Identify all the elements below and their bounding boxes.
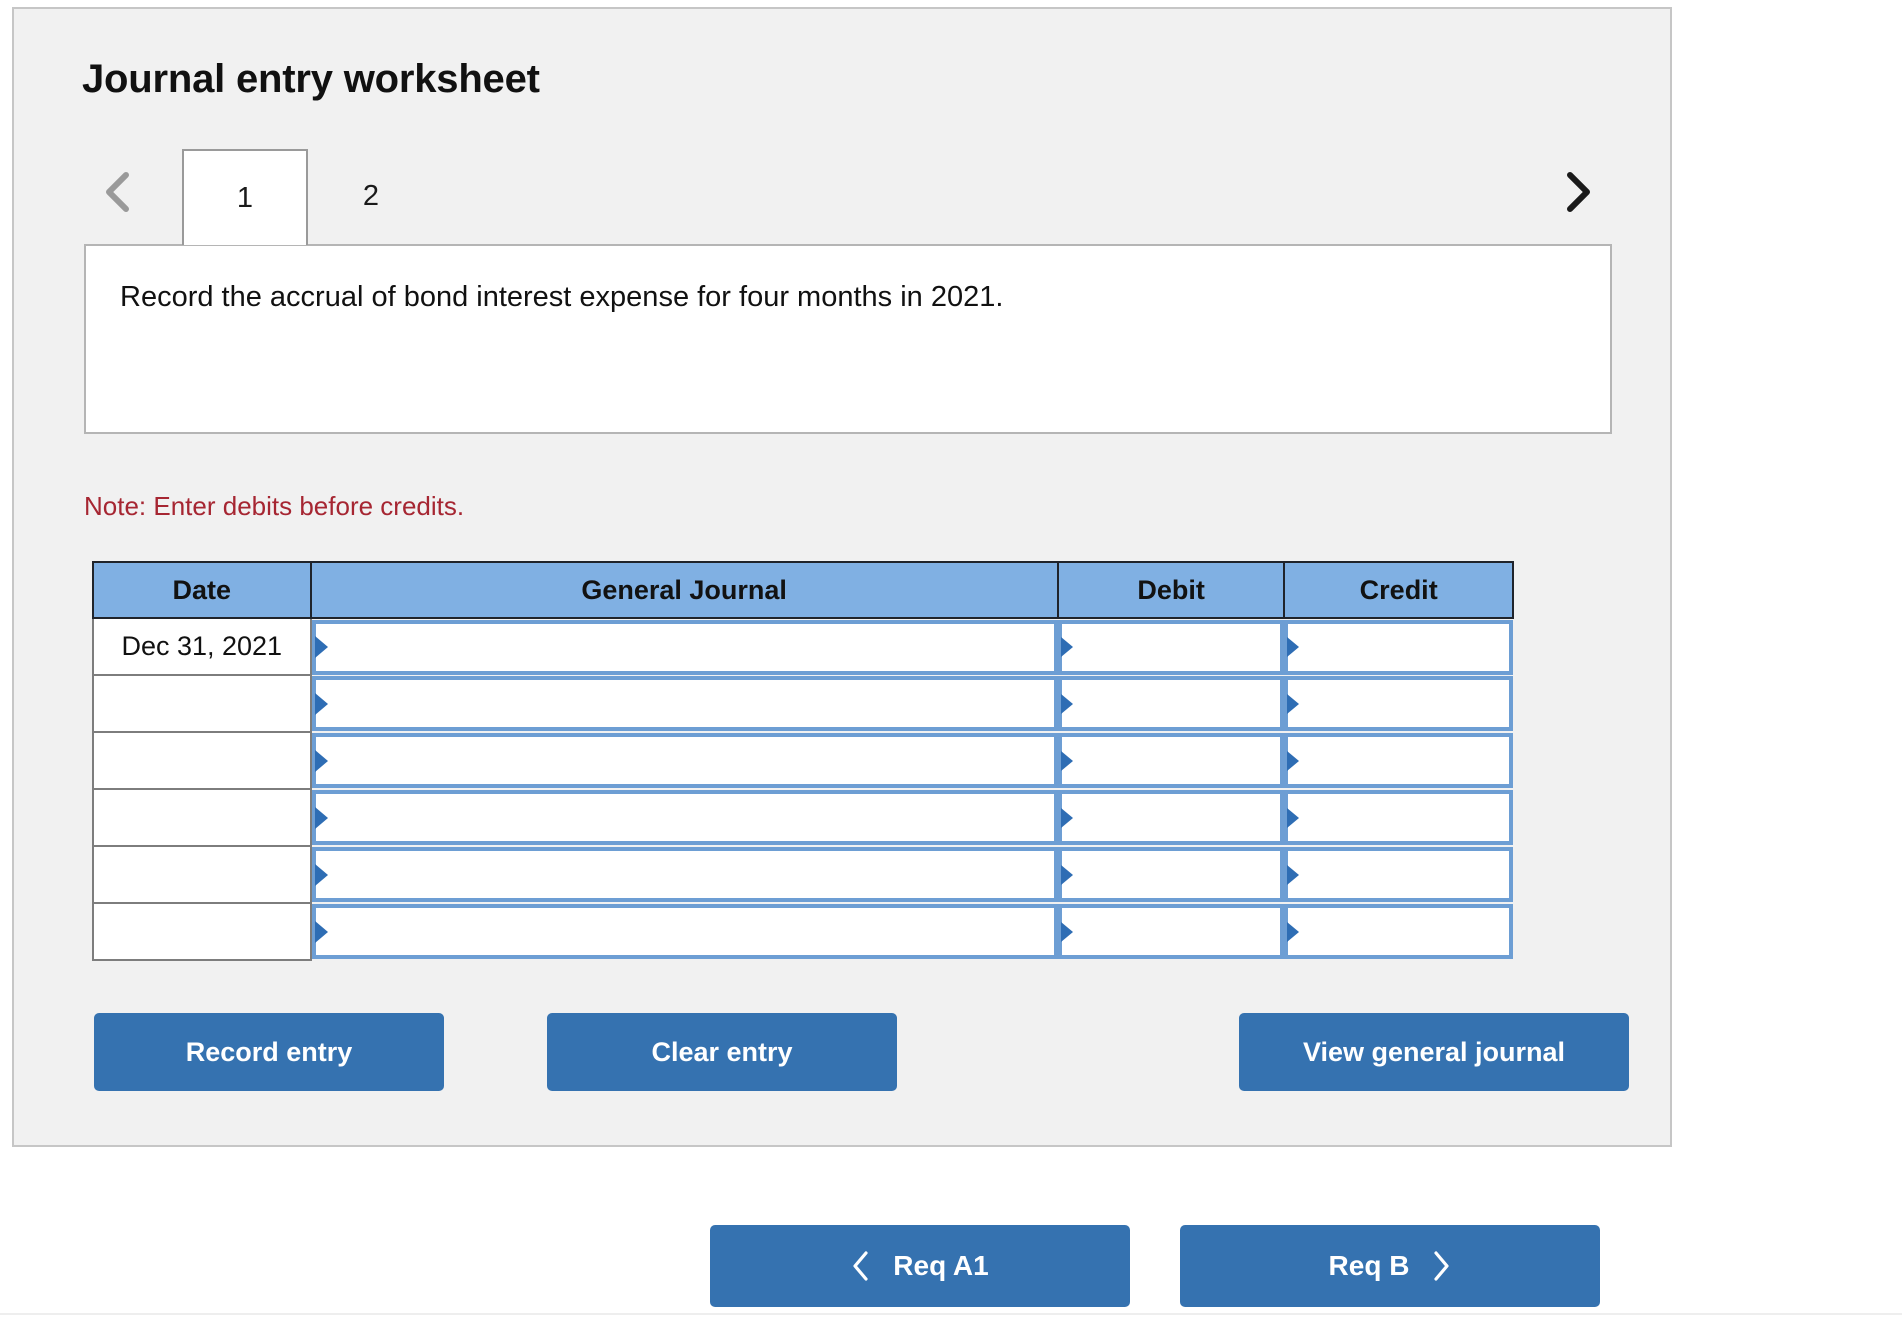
cell-date-4[interactable] (92, 788, 312, 847)
tab-prev-button[interactable] (92, 161, 144, 223)
cell-debit-6 (1057, 903, 1285, 960)
page-title: Journal entry worksheet (82, 57, 540, 101)
credit-input-3[interactable] (1284, 733, 1513, 788)
account-select-1[interactable] (311, 619, 1058, 675)
cell-credit-2 (1284, 675, 1513, 732)
cell-credit-1 (1284, 618, 1513, 675)
cell-date-3[interactable] (92, 731, 312, 790)
instruction-box: Record the accrual of bond interest expe… (84, 244, 1612, 434)
cell-date-1[interactable]: Dec 31, 2021 (92, 617, 312, 676)
requirement-nav: Req A1 Req B (0, 1225, 1902, 1309)
cell-debit-5 (1057, 846, 1285, 903)
table-row (92, 674, 1513, 733)
cell-date-5[interactable] (92, 845, 312, 904)
column-header-debit: Debit (1056, 561, 1286, 619)
worksheet-tabstrip: 1 2 (82, 149, 1612, 249)
debit-input-6[interactable] (1057, 904, 1285, 959)
chevron-right-icon (1431, 1250, 1451, 1282)
cell-debit-2 (1057, 675, 1285, 732)
debit-input-5[interactable] (1057, 847, 1285, 902)
account-select-2[interactable] (311, 676, 1058, 731)
debit-input-4[interactable] (1057, 790, 1285, 845)
view-general-journal-button[interactable]: View general journal (1239, 1013, 1629, 1091)
table-row (92, 845, 1513, 904)
page-root: Journal entry worksheet 1 2 Record the a… (0, 0, 1902, 1337)
req-a1-label: Req A1 (893, 1250, 989, 1281)
credit-input-4[interactable] (1284, 790, 1513, 845)
table-row (92, 788, 1513, 847)
table-header-row: Date General Journal Debit Credit (92, 561, 1514, 619)
cell-date-6[interactable] (92, 902, 312, 961)
cell-credit-3 (1284, 732, 1513, 789)
req-a1-button[interactable]: Req A1 (710, 1225, 1130, 1307)
cell-date-2[interactable] (92, 674, 312, 733)
account-select-4[interactable] (311, 790, 1058, 845)
record-entry-button[interactable]: Record entry (94, 1013, 444, 1091)
debit-input-1[interactable] (1057, 619, 1285, 675)
cell-credit-6 (1284, 903, 1513, 960)
credit-input-2[interactable] (1284, 676, 1513, 731)
tab-1-label: 1 (236, 181, 254, 214)
clear-entry-button[interactable]: Clear entry (547, 1013, 897, 1091)
debit-input-3[interactable] (1057, 733, 1285, 788)
table-row (92, 731, 1513, 790)
journal-entry-worksheet-panel: Journal entry worksheet 1 2 Record the a… (12, 7, 1672, 1147)
credit-input-5[interactable] (1284, 847, 1513, 902)
chevron-left-icon (851, 1250, 871, 1282)
cell-journal-1 (311, 618, 1058, 675)
table-row (92, 902, 1513, 961)
table-row: Dec 31, 2021 (92, 617, 1513, 676)
tab-1[interactable]: 1 (182, 149, 308, 245)
credit-input-1[interactable] (1284, 619, 1513, 675)
cell-credit-5 (1284, 846, 1513, 903)
cell-debit-4 (1057, 789, 1285, 846)
column-header-general-journal: General Journal (309, 561, 1059, 619)
tab-2[interactable]: 2 (308, 149, 434, 243)
credit-input-6[interactable] (1284, 904, 1513, 959)
chevron-right-icon (1563, 170, 1593, 214)
page-divider (0, 1313, 1902, 1315)
column-header-date: Date (92, 561, 312, 619)
instruction-text: Record the accrual of bond interest expe… (120, 281, 1004, 313)
account-select-3[interactable] (311, 733, 1058, 788)
cell-journal-6 (311, 903, 1058, 960)
account-select-6[interactable] (311, 904, 1058, 959)
account-select-5[interactable] (311, 847, 1058, 902)
cell-debit-1 (1057, 618, 1285, 675)
tab-list: 1 2 (182, 149, 434, 249)
tab-2-label: 2 (362, 179, 380, 212)
cell-journal-5 (311, 846, 1058, 903)
column-header-credit: Credit (1283, 561, 1514, 619)
debits-before-credits-note: Note: Enter debits before credits. (84, 491, 465, 521)
req-b-label: Req B (1328, 1250, 1410, 1281)
cell-credit-4 (1284, 789, 1513, 846)
journal-entry-table: Date General Journal Debit Credit Dec 31… (92, 561, 1514, 961)
debit-input-2[interactable] (1057, 676, 1285, 731)
cell-journal-4 (311, 789, 1058, 846)
chevron-left-icon (103, 170, 133, 214)
tab-next-button[interactable] (1552, 161, 1604, 223)
cell-journal-2 (311, 675, 1058, 732)
cell-journal-3 (311, 732, 1058, 789)
cell-debit-3 (1057, 732, 1285, 789)
req-b-button[interactable]: Req B (1180, 1225, 1600, 1307)
